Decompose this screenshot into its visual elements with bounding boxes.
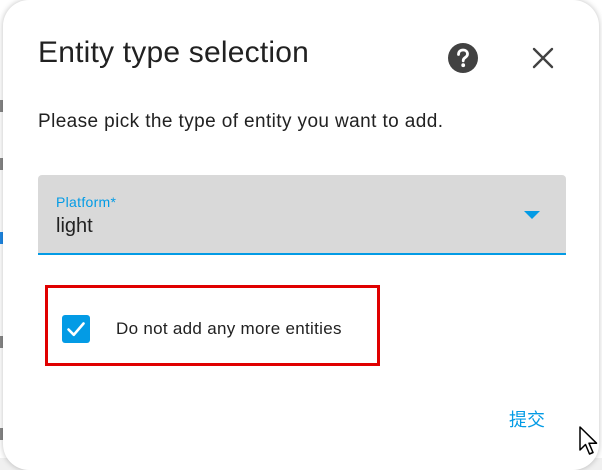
platform-select[interactable]: Platform* light <box>38 175 566 255</box>
entity-type-dialog: Entity type selection Please pick the ty… <box>3 0 599 470</box>
close-button[interactable] <box>523 38 563 78</box>
check-icon <box>67 322 85 337</box>
no-more-entities-label[interactable]: Do not add any more entities <box>116 319 342 339</box>
no-more-entities-checkbox[interactable] <box>62 315 90 343</box>
dialog-title: Entity type selection <box>38 36 310 69</box>
submit-button[interactable]: 提交 <box>503 404 551 434</box>
mouse-pointer-icon <box>579 426 598 455</box>
platform-select-label: Platform* <box>56 194 117 210</box>
help-circle-icon <box>448 43 478 73</box>
close-icon <box>532 47 554 69</box>
platform-select-value: light <box>56 215 93 237</box>
chevron-down-icon <box>524 211 540 219</box>
dialog-description: Please pick the type of entity you want … <box>38 111 444 132</box>
help-button[interactable] <box>443 38 483 78</box>
